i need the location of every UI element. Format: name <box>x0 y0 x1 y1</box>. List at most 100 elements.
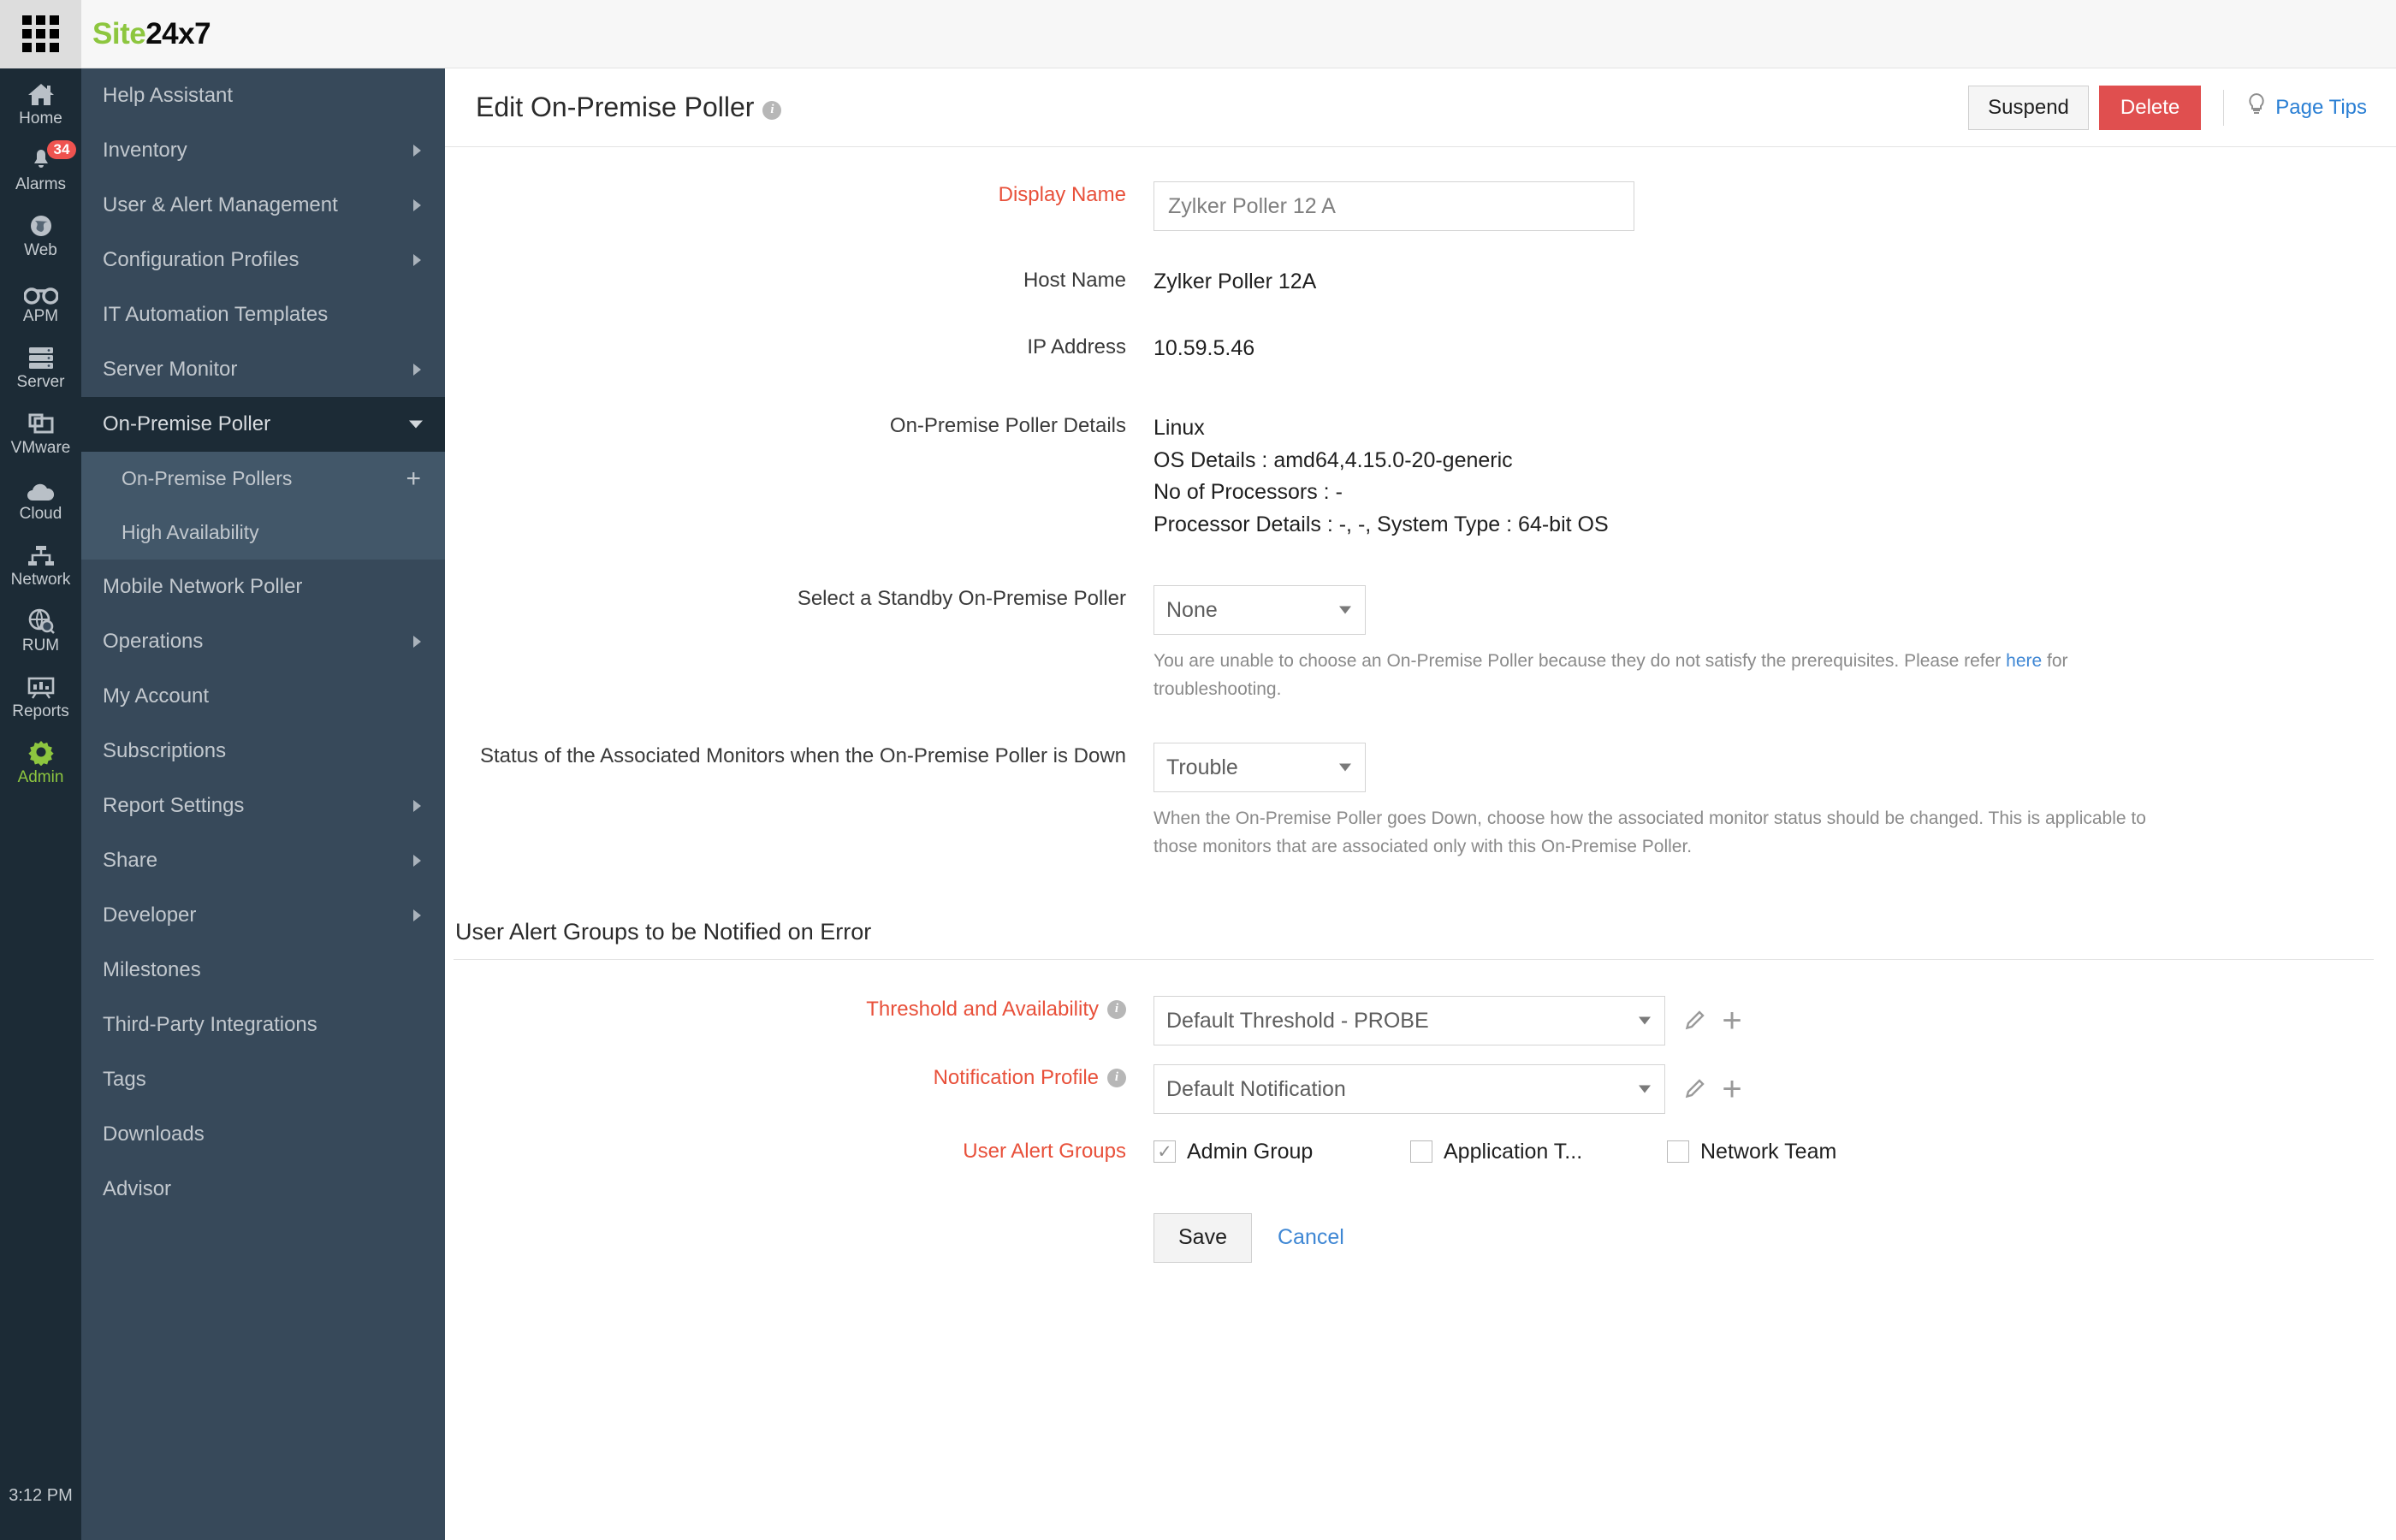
chevron-right-icon <box>413 636 421 648</box>
nav-item-on-premise-poller[interactable]: On-Premise Poller <box>81 397 445 452</box>
rail-item-server[interactable]: Server <box>0 332 81 398</box>
lightbulb-icon <box>2246 92 2267 122</box>
rail-item-rum[interactable]: RUM <box>0 595 81 661</box>
nav-subitem-on-premise-pollers[interactable]: On-Premise Pollers + <box>81 452 445 506</box>
checkbox-box[interactable]: ✓ <box>1154 1140 1176 1164</box>
form-row-user-alert-groups: User Alert Groups ✓ Admin Group Applicat… <box>445 1138 2396 1165</box>
info-icon[interactable]: i <box>762 100 782 120</box>
nav-item-configuration-profiles[interactable]: Configuration Profiles <box>81 233 445 287</box>
form-row-poller-details: On-Premise Poller Details Linux OS Detai… <box>445 412 2396 541</box>
nav-item-share[interactable]: Share <box>81 833 445 888</box>
plus-icon[interactable]: + <box>1713 1070 1751 1108</box>
nav-item-server-monitor[interactable]: Server Monitor <box>81 342 445 397</box>
page-tips-button[interactable]: Page Tips <box>2246 92 2367 122</box>
form-row-display-name: Display Name Zylker Poller 12 A <box>445 181 2396 231</box>
nav-item-mobile-network-poller[interactable]: Mobile Network Poller <box>81 560 445 614</box>
checkbox-network-team[interactable]: Network Team <box>1667 1140 1836 1164</box>
info-icon[interactable]: i <box>1107 1000 1126 1020</box>
info-icon[interactable]: i <box>1107 1069 1126 1088</box>
display-name-field-wrap: Zylker Poller 12 A <box>1154 181 2396 231</box>
content-area: Edit On-Premise Poller i Suspend Delete P… <box>445 68 2396 1540</box>
standby-poller-label: Select a Standby On-Premise Poller <box>797 587 1126 610</box>
rail-item-network[interactable]: Network <box>0 530 81 595</box>
pencil-icon[interactable] <box>1675 1070 1713 1108</box>
rail-label-cloud: Cloud <box>19 505 62 523</box>
nav-label: Inventory <box>103 139 187 162</box>
threshold-field-wrap: Default Threshold - PROBE + <box>1154 996 2396 1046</box>
rail-label-alarms: Alarms <box>15 175 67 193</box>
standby-help-before: You are unable to choose an On-Premise P… <box>1154 651 2007 671</box>
rail-item-reports[interactable]: Reports <box>0 661 81 727</box>
nav-item-advisor[interactable]: Advisor <box>81 1162 445 1217</box>
plus-icon[interactable]: + <box>406 465 421 492</box>
display-name-input[interactable]: Zylker Poller 12 A <box>1154 181 1634 231</box>
poller-form: Display Name Zylker Poller 12 A Host Nam… <box>445 181 2396 1263</box>
checkbox-box[interactable] <box>1410 1140 1432 1164</box>
nav-item-milestones[interactable]: Milestones <box>81 943 445 998</box>
rail-item-apm[interactable]: APM <box>0 266 81 332</box>
nav-label: Operations <box>103 630 204 653</box>
gear-icon <box>27 737 55 766</box>
nav-item-my-account[interactable]: My Account <box>81 669 445 724</box>
pencil-icon[interactable] <box>1675 1002 1713 1040</box>
rail-label-network: Network <box>10 571 71 589</box>
nav-label: On-Premise Poller <box>103 412 271 435</box>
nav-item-user-alert-management[interactable]: User & Alert Management <box>81 178 445 233</box>
chevron-down-icon <box>409 420 423 429</box>
actions-spacer <box>445 1213 1154 1263</box>
rail-item-home[interactable]: Home <box>0 68 81 134</box>
nav-label: IT Automation Templates <box>103 303 329 326</box>
chevron-down-icon <box>1339 763 1351 772</box>
nav-item-downloads[interactable]: Downloads <box>81 1107 445 1162</box>
reports-icon <box>27 671 56 700</box>
standby-poller-selected-value: None <box>1166 597 1218 622</box>
checkbox-application-team[interactable]: Application T... <box>1410 1140 1667 1164</box>
nav-item-developer[interactable]: Developer <box>81 888 445 943</box>
standby-poller-select[interactable]: None <box>1154 585 1366 635</box>
chevron-right-icon <box>413 855 421 867</box>
grid-apps-glyph <box>22 15 59 52</box>
chevron-down-icon <box>1639 1085 1651 1093</box>
nav-label: User & Alert Management <box>103 193 338 216</box>
form-row-threshold: Threshold and Availability i Default Thre… <box>445 996 2396 1046</box>
rail-item-admin[interactable]: Admin <box>0 727 81 793</box>
form-row-actions: Save Cancel <box>445 1212 2396 1263</box>
suspend-button[interactable]: Suspend <box>1968 85 2089 130</box>
rail-item-web[interactable]: Web <box>0 200 81 266</box>
notification-select[interactable]: Default Notification <box>1154 1064 1665 1115</box>
plus-icon[interactable]: + <box>1713 1002 1751 1040</box>
nav-item-inventory[interactable]: Inventory <box>81 123 445 178</box>
checkbox-admin-group[interactable]: ✓ Admin Group <box>1154 1140 1410 1164</box>
nav-item-report-settings[interactable]: Report Settings <box>81 779 445 833</box>
checkbox-box[interactable] <box>1667 1140 1689 1164</box>
poller-detail-line: No of Processors : - <box>1154 480 1343 504</box>
nav-sublabel: On-Premise Pollers <box>122 467 293 489</box>
nav-subitem-high-availability[interactable]: High Availability <box>81 506 445 560</box>
cancel-link[interactable]: Cancel <box>1278 1225 1344 1250</box>
brand-logo[interactable]: Site24x7 <box>92 17 211 51</box>
threshold-selected-value: Default Threshold - PROBE <box>1166 1008 1429 1033</box>
monitor-status-select[interactable]: Trouble <box>1154 743 1366 793</box>
threshold-select[interactable]: Default Threshold - PROBE <box>1154 996 1665 1046</box>
poller-details-label: On-Premise Poller Details <box>889 414 1126 437</box>
save-button[interactable]: Save <box>1154 1212 1252 1263</box>
rail-item-alarms[interactable]: 34 Alarms <box>0 134 81 200</box>
nav-label: Developer <box>103 903 197 927</box>
form-row-ip-address: IP Address 10.59.5.46 <box>445 334 2396 364</box>
nav-item-it-automation-templates[interactable]: IT Automation Templates <box>81 287 445 342</box>
standby-help-link[interactable]: here <box>2006 651 2042 671</box>
nav-item-help-assistant[interactable]: Help Assistant <box>81 68 445 123</box>
form-row-monitor-status: Status of the Associated Monitors when t… <box>445 743 2396 861</box>
nav-item-subscriptions[interactable]: Subscriptions <box>81 724 445 779</box>
rail-item-cloud[interactable]: Cloud <box>0 464 81 530</box>
grid-apps-icon[interactable] <box>0 0 81 68</box>
delete-button[interactable]: Delete <box>2098 85 2202 130</box>
nav-label: Advisor <box>103 1177 172 1200</box>
nav-item-tags[interactable]: Tags <box>81 1052 445 1107</box>
rail-item-vmware[interactable]: VMware <box>0 398 81 464</box>
alarms-badge: 34 <box>46 140 77 159</box>
nav-item-operations[interactable]: Operations <box>81 614 445 669</box>
nav-label: Mobile Network Poller <box>103 575 303 598</box>
notification-label-text: Notification Profile <box>933 1066 1099 1090</box>
nav-item-third-party-integrations[interactable]: Third-Party Integrations <box>81 998 445 1052</box>
